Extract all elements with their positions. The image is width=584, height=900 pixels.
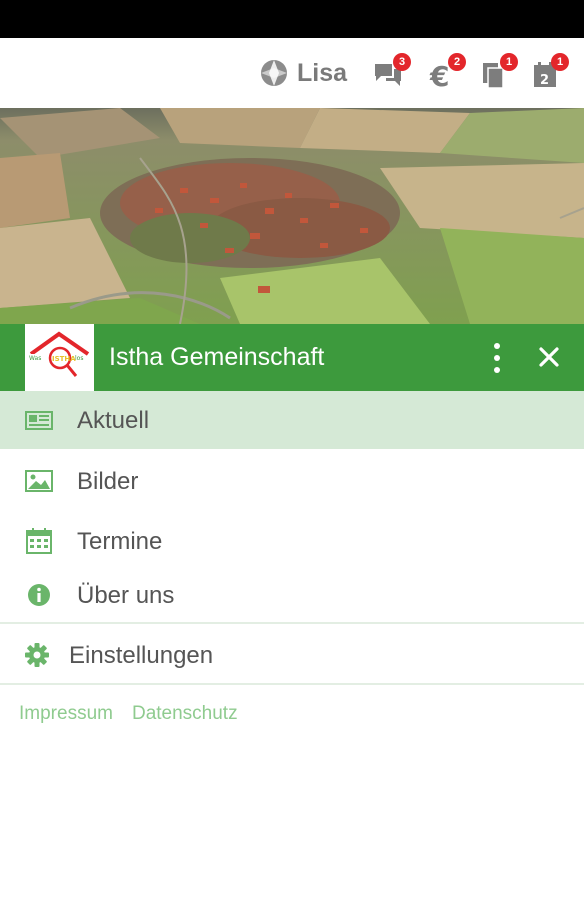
events-button[interactable]: 2 1 (531, 53, 569, 90)
user-profile-button[interactable]: Lisa (259, 57, 347, 89)
documents-badge: 1 (500, 53, 518, 71)
image-icon (25, 470, 53, 492)
menu-item-bilder[interactable]: Bilder (0, 452, 584, 510)
drawer-header: Was ISTHA los Istha Gemeinschaft (0, 324, 584, 391)
status-bar (0, 0, 584, 38)
events-badge: 1 (551, 53, 569, 71)
payments-button[interactable]: € 2 (428, 53, 466, 90)
user-name: Lisa (297, 58, 348, 87)
menu-label-termine: Termine (77, 528, 163, 555)
svg-text:ISTHA: ISTHA (52, 355, 76, 363)
menu-label-ueber-uns: Über uns (77, 582, 175, 609)
menu-item-ueber-uns[interactable]: Über uns (0, 566, 584, 624)
svg-text:€: € (429, 60, 449, 90)
svg-text:2: 2 (540, 73, 549, 88)
menu-item-aktuell[interactable]: Aktuell (0, 391, 584, 449)
newspaper-icon (25, 411, 53, 430)
documents-button[interactable]: 1 (480, 53, 518, 90)
menu-item-einstellungen[interactable]: Einstellungen (0, 626, 584, 684)
close-drawer-button[interactable] (533, 341, 565, 373)
user-logo-icon (261, 60, 287, 86)
messages-button[interactable]: 3 (373, 53, 411, 90)
info-icon (28, 584, 50, 606)
calendar-grid-icon (26, 528, 52, 554)
settings-divider (0, 683, 584, 685)
impressum-link[interactable]: Impressum (19, 703, 113, 725)
messages-badge: 3 (393, 53, 411, 71)
datenschutz-link[interactable]: Datenschutz (132, 703, 238, 725)
gear-icon (25, 643, 49, 667)
svg-text:Was: Was (29, 355, 41, 362)
drawer-title: Istha Gemeinschaft (109, 343, 325, 371)
more-options-button[interactable] (484, 341, 510, 375)
close-icon (539, 347, 559, 367)
payments-badge: 2 (448, 53, 466, 71)
village-aerial-photo (0, 108, 584, 324)
footer-links: Impressum Datenschutz (19, 703, 238, 725)
community-logo: Was ISTHA los (25, 324, 94, 391)
menu-label-bilder: Bilder (77, 468, 139, 495)
menu-item-termine[interactable]: Termine (0, 512, 584, 570)
top-bar: Lisa 3 € 2 1 2 1 (0, 38, 584, 108)
svg-text:los: los (75, 355, 83, 362)
menu-label-aktuell: Aktuell (77, 407, 150, 434)
menu-divider (0, 622, 584, 624)
menu-label-einstellungen: Einstellungen (69, 642, 214, 669)
